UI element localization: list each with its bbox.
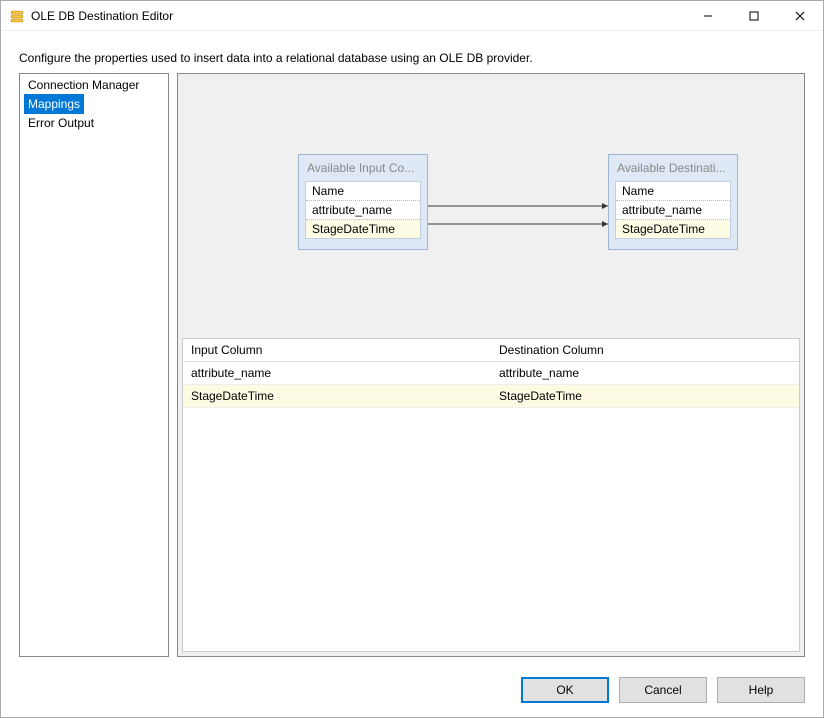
cancel-button[interactable]: Cancel [619, 677, 707, 703]
page-list: Connection Manager Mappings Error Output [19, 73, 169, 657]
window-title: OLE DB Destination Editor [31, 9, 685, 23]
dest-col-stagedatetime[interactable]: StageDateTime [616, 220, 730, 238]
grid-header: Input Column Destination Column [183, 339, 799, 362]
input-columns-list: Name attribute_name StageDateTime [305, 181, 421, 239]
grid-header-input[interactable]: Input Column [183, 339, 491, 361]
ok-button[interactable]: OK [521, 677, 609, 703]
dest-col-attribute-name[interactable]: attribute_name [616, 201, 730, 220]
grid-row[interactable]: attribute_name attribute_name [183, 362, 799, 385]
dest-box-title: Available Destinati... [609, 155, 737, 181]
grid-cell-dest[interactable]: attribute_name [491, 362, 799, 384]
grid-cell-input[interactable]: attribute_name [183, 362, 491, 384]
maximize-button[interactable] [731, 1, 777, 31]
input-col-stagedatetime[interactable]: StageDateTime [306, 220, 420, 238]
input-col-name[interactable]: Name [306, 182, 420, 201]
dialog-body: Connection Manager Mappings Error Output… [1, 73, 823, 667]
available-destination-columns-box[interactable]: Available Destinati... Name attribute_na… [608, 154, 738, 250]
dialog-window: OLE DB Destination Editor Configure the … [0, 0, 824, 718]
mappings-grid[interactable]: Input Column Destination Column attribut… [182, 338, 800, 652]
input-col-attribute-name[interactable]: attribute_name [306, 201, 420, 220]
grid-row[interactable]: StageDateTime StageDateTime [183, 385, 799, 408]
dialog-description: Configure the properties used to insert … [1, 31, 823, 73]
grid-cell-input[interactable]: StageDateTime [183, 385, 491, 407]
dialog-footer: OK Cancel Help [1, 667, 823, 717]
dest-columns-list: Name attribute_name StageDateTime [615, 181, 731, 239]
mappings-panel: Available Input Co... Name attribute_nam… [177, 73, 805, 657]
mappings-diagram[interactable]: Available Input Co... Name attribute_nam… [178, 74, 804, 334]
help-button[interactable]: Help [717, 677, 805, 703]
sidebar-item-error-output[interactable]: Error Output [24, 114, 98, 132]
app-icon [9, 8, 25, 24]
sidebar-item-mappings[interactable]: Mappings [24, 94, 84, 114]
window-controls [685, 1, 823, 31]
available-input-columns-box[interactable]: Available Input Co... Name attribute_nam… [298, 154, 428, 250]
grid-header-dest[interactable]: Destination Column [491, 339, 799, 361]
sidebar-item-connection-manager[interactable]: Connection Manager [24, 76, 143, 94]
minimize-button[interactable] [685, 1, 731, 31]
input-box-title: Available Input Co... [299, 155, 427, 181]
grid-cell-dest[interactable]: StageDateTime [491, 385, 799, 407]
close-button[interactable] [777, 1, 823, 31]
dest-col-name[interactable]: Name [616, 182, 730, 201]
titlebar: OLE DB Destination Editor [1, 1, 823, 31]
